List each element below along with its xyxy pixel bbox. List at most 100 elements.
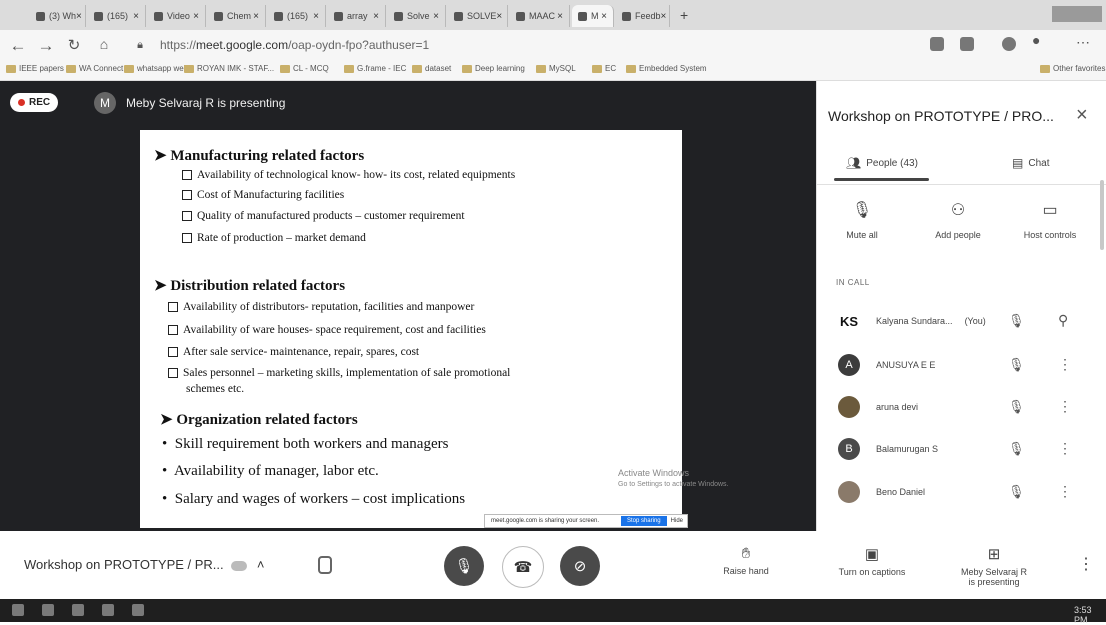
back-icon[interactable]: ← xyxy=(8,36,28,56)
tab-close-icon[interactable]: × xyxy=(496,11,502,22)
bookmark-item[interactable]: ROYAN IMK - STAF... xyxy=(184,64,274,73)
tab-close-icon[interactable]: × xyxy=(661,11,667,22)
browser-tab[interactable]: array × xyxy=(328,5,386,27)
start-icon[interactable] xyxy=(12,604,24,616)
leave-call-button[interactable]: ☎︎ xyxy=(502,546,544,588)
slide-item: Availability of ware houses- space requi… xyxy=(168,324,486,336)
more-menu-icon[interactable]: ⋯ xyxy=(1076,34,1090,51)
folder-icon xyxy=(184,64,194,73)
participant-row[interactable]: B Balamurugan S 🎙︎ ⋮ xyxy=(830,432,1100,468)
participant-row[interactable]: Beno Daniel 🎙︎ ⋮ xyxy=(830,475,1100,511)
reload-icon[interactable]: ↻ xyxy=(64,36,84,54)
browser-tab[interactable]: (165) × xyxy=(268,5,326,27)
raise-hand-button[interactable]: ✋︎ Raise hand xyxy=(716,545,776,576)
tab-people[interactable]: 👥︎ People (43) xyxy=(846,156,918,170)
tab-close-icon[interactable]: × xyxy=(133,11,139,22)
bookmark-item[interactable]: G.frame - IEC xyxy=(344,64,406,73)
new-tab-button[interactable]: + xyxy=(680,7,688,23)
bookmark-label: whatsapp web xyxy=(137,64,189,73)
more-options-icon[interactable]: ⋮ xyxy=(1058,356,1072,373)
more-options-icon[interactable]: ⋮ xyxy=(1058,483,1072,500)
bookmark-item[interactable]: MySQL xyxy=(536,64,576,73)
browser-tab[interactable]: Feedb × xyxy=(616,5,670,27)
mute-all-button[interactable]: 🎙︎ Mute all xyxy=(822,200,902,240)
taskbar-app-icon[interactable] xyxy=(102,604,114,616)
bookmark-item[interactable]: Deep learning xyxy=(462,64,525,73)
more-options-icon[interactable]: ⋮ xyxy=(1058,440,1072,457)
tab-close-icon[interactable]: × xyxy=(601,11,607,22)
bookmark-item[interactable]: CL - MCQ xyxy=(280,64,329,73)
participant-row[interactable]: aruna devi 🎙︎ ⋮ xyxy=(830,390,1100,426)
slide-item: After sale service- maintenance, repair,… xyxy=(168,346,419,358)
extension-icon[interactable] xyxy=(930,37,944,51)
tab-close-icon[interactable]: × xyxy=(557,11,563,22)
tab-close-icon[interactable]: × xyxy=(433,11,439,22)
taskbar-app-icon[interactable] xyxy=(42,604,54,616)
tab-close-icon[interactable]: × xyxy=(253,11,259,22)
browser-tab[interactable]: M × xyxy=(572,5,614,27)
participant-row[interactable]: KS Kalyana Sundara... (You) 🎙︎ ⚲ xyxy=(830,304,1100,340)
taskbar-app-icon[interactable] xyxy=(72,604,84,616)
presenting-button[interactable]: ⊞ Meby Selvaraj Ris presenting xyxy=(944,545,1044,587)
avatar xyxy=(838,481,860,503)
browser-tab[interactable]: (165) × xyxy=(88,5,146,27)
avatar[interactable]: ● xyxy=(1032,32,1040,48)
tab-close-icon[interactable]: × xyxy=(313,11,319,22)
pin-icon[interactable]: ⚲ xyxy=(1058,312,1068,329)
participant-row[interactable]: A ANUSUYA E E 🎙︎ ⋮ xyxy=(830,348,1100,384)
system-tray[interactable] xyxy=(900,604,1060,616)
host-controls-button[interactable]: ▭ Host controls xyxy=(1010,200,1090,240)
tab-close-icon[interactable]: × xyxy=(373,11,379,22)
tab-close-icon[interactable]: × xyxy=(193,11,199,22)
browser-tab[interactable]: MAAC × xyxy=(510,5,570,27)
other-favorites[interactable]: Other favorites xyxy=(1040,64,1105,73)
more-options-icon[interactable]: ⋮ xyxy=(1058,398,1072,415)
browser-tab[interactable]: Video × xyxy=(148,5,206,27)
taskbar-app-icon[interactable] xyxy=(132,604,144,616)
checkbox-icon xyxy=(182,170,192,181)
mic-off-icon[interactable]: 🎙︎ xyxy=(1008,357,1025,373)
more-options-icon[interactable]: ⋮ xyxy=(1078,554,1094,574)
bookmark-item[interactable]: EC xyxy=(592,64,616,73)
meeting-title[interactable]: Workshop on PROTOTYPE / PR... ˄ xyxy=(24,557,264,572)
bookmark-item[interactable]: whatsapp web xyxy=(124,64,188,73)
tab-chat[interactable]: ▤ Chat xyxy=(1012,156,1049,170)
mic-off-icon[interactable]: 🎙︎ xyxy=(1008,441,1025,457)
tab-favicon-icon xyxy=(578,11,587,21)
hide-share-notice-button[interactable]: Hide xyxy=(671,518,683,524)
bookmark-item[interactable]: WA Connect xyxy=(66,64,123,73)
tab-favicon-icon xyxy=(622,11,631,21)
mic-off-icon[interactable]: 🎙︎ xyxy=(1008,484,1025,500)
folder-icon xyxy=(536,64,546,73)
address-bar[interactable]: https://meet.google.com/oap-oydn-fpo?aut… xyxy=(160,35,810,55)
slide-item: Availability of technological know- how-… xyxy=(182,169,515,181)
checkbox-icon xyxy=(182,233,192,244)
add-people-button[interactable]: ⚇ Add people xyxy=(918,200,998,240)
browser-tab[interactable]: SOLVE × xyxy=(448,5,508,27)
forward-icon[interactable]: → xyxy=(36,36,56,56)
bookmark-item[interactable]: IEEE papers xyxy=(6,64,64,73)
window-controls[interactable] xyxy=(1052,6,1102,22)
browser-tab[interactable]: Chem × xyxy=(208,5,266,27)
home-icon[interactable]: ⌂ xyxy=(94,36,114,52)
tab-favicon-icon xyxy=(334,11,343,21)
stop-sharing-button[interactable]: Stop sharing xyxy=(620,516,667,526)
panel-scrollbar[interactable] xyxy=(1100,180,1104,250)
captions-button[interactable]: ▣ Turn on captions xyxy=(824,545,920,577)
browser-tab[interactable]: Solve × xyxy=(388,5,446,27)
shield-icon[interactable] xyxy=(318,556,332,574)
mic-off-icon[interactable]: 🎙︎ xyxy=(1008,399,1025,415)
tab-close-icon[interactable]: × xyxy=(76,11,82,22)
bookmark-item[interactable]: dataset xyxy=(412,64,451,73)
panel-title: Workshop on PROTOTYPE / PRO... xyxy=(828,108,1054,124)
chevron-up-icon[interactable]: ˄ xyxy=(257,557,265,572)
close-icon[interactable]: × xyxy=(1076,104,1088,127)
mic-off-button[interactable]: 🎙︎ xyxy=(444,546,484,586)
camera-off-button[interactable]: ⊘ xyxy=(560,546,600,586)
collections-icon[interactable] xyxy=(960,37,974,51)
mic-off-icon[interactable]: 🎙︎ xyxy=(1008,313,1025,329)
participant-name: Beno Daniel xyxy=(876,487,925,497)
browser-tab[interactable]: (3) Wh × xyxy=(30,5,86,27)
profile-icon[interactable] xyxy=(1002,37,1016,51)
bookmark-item[interactable]: Embedded System xyxy=(626,64,707,73)
